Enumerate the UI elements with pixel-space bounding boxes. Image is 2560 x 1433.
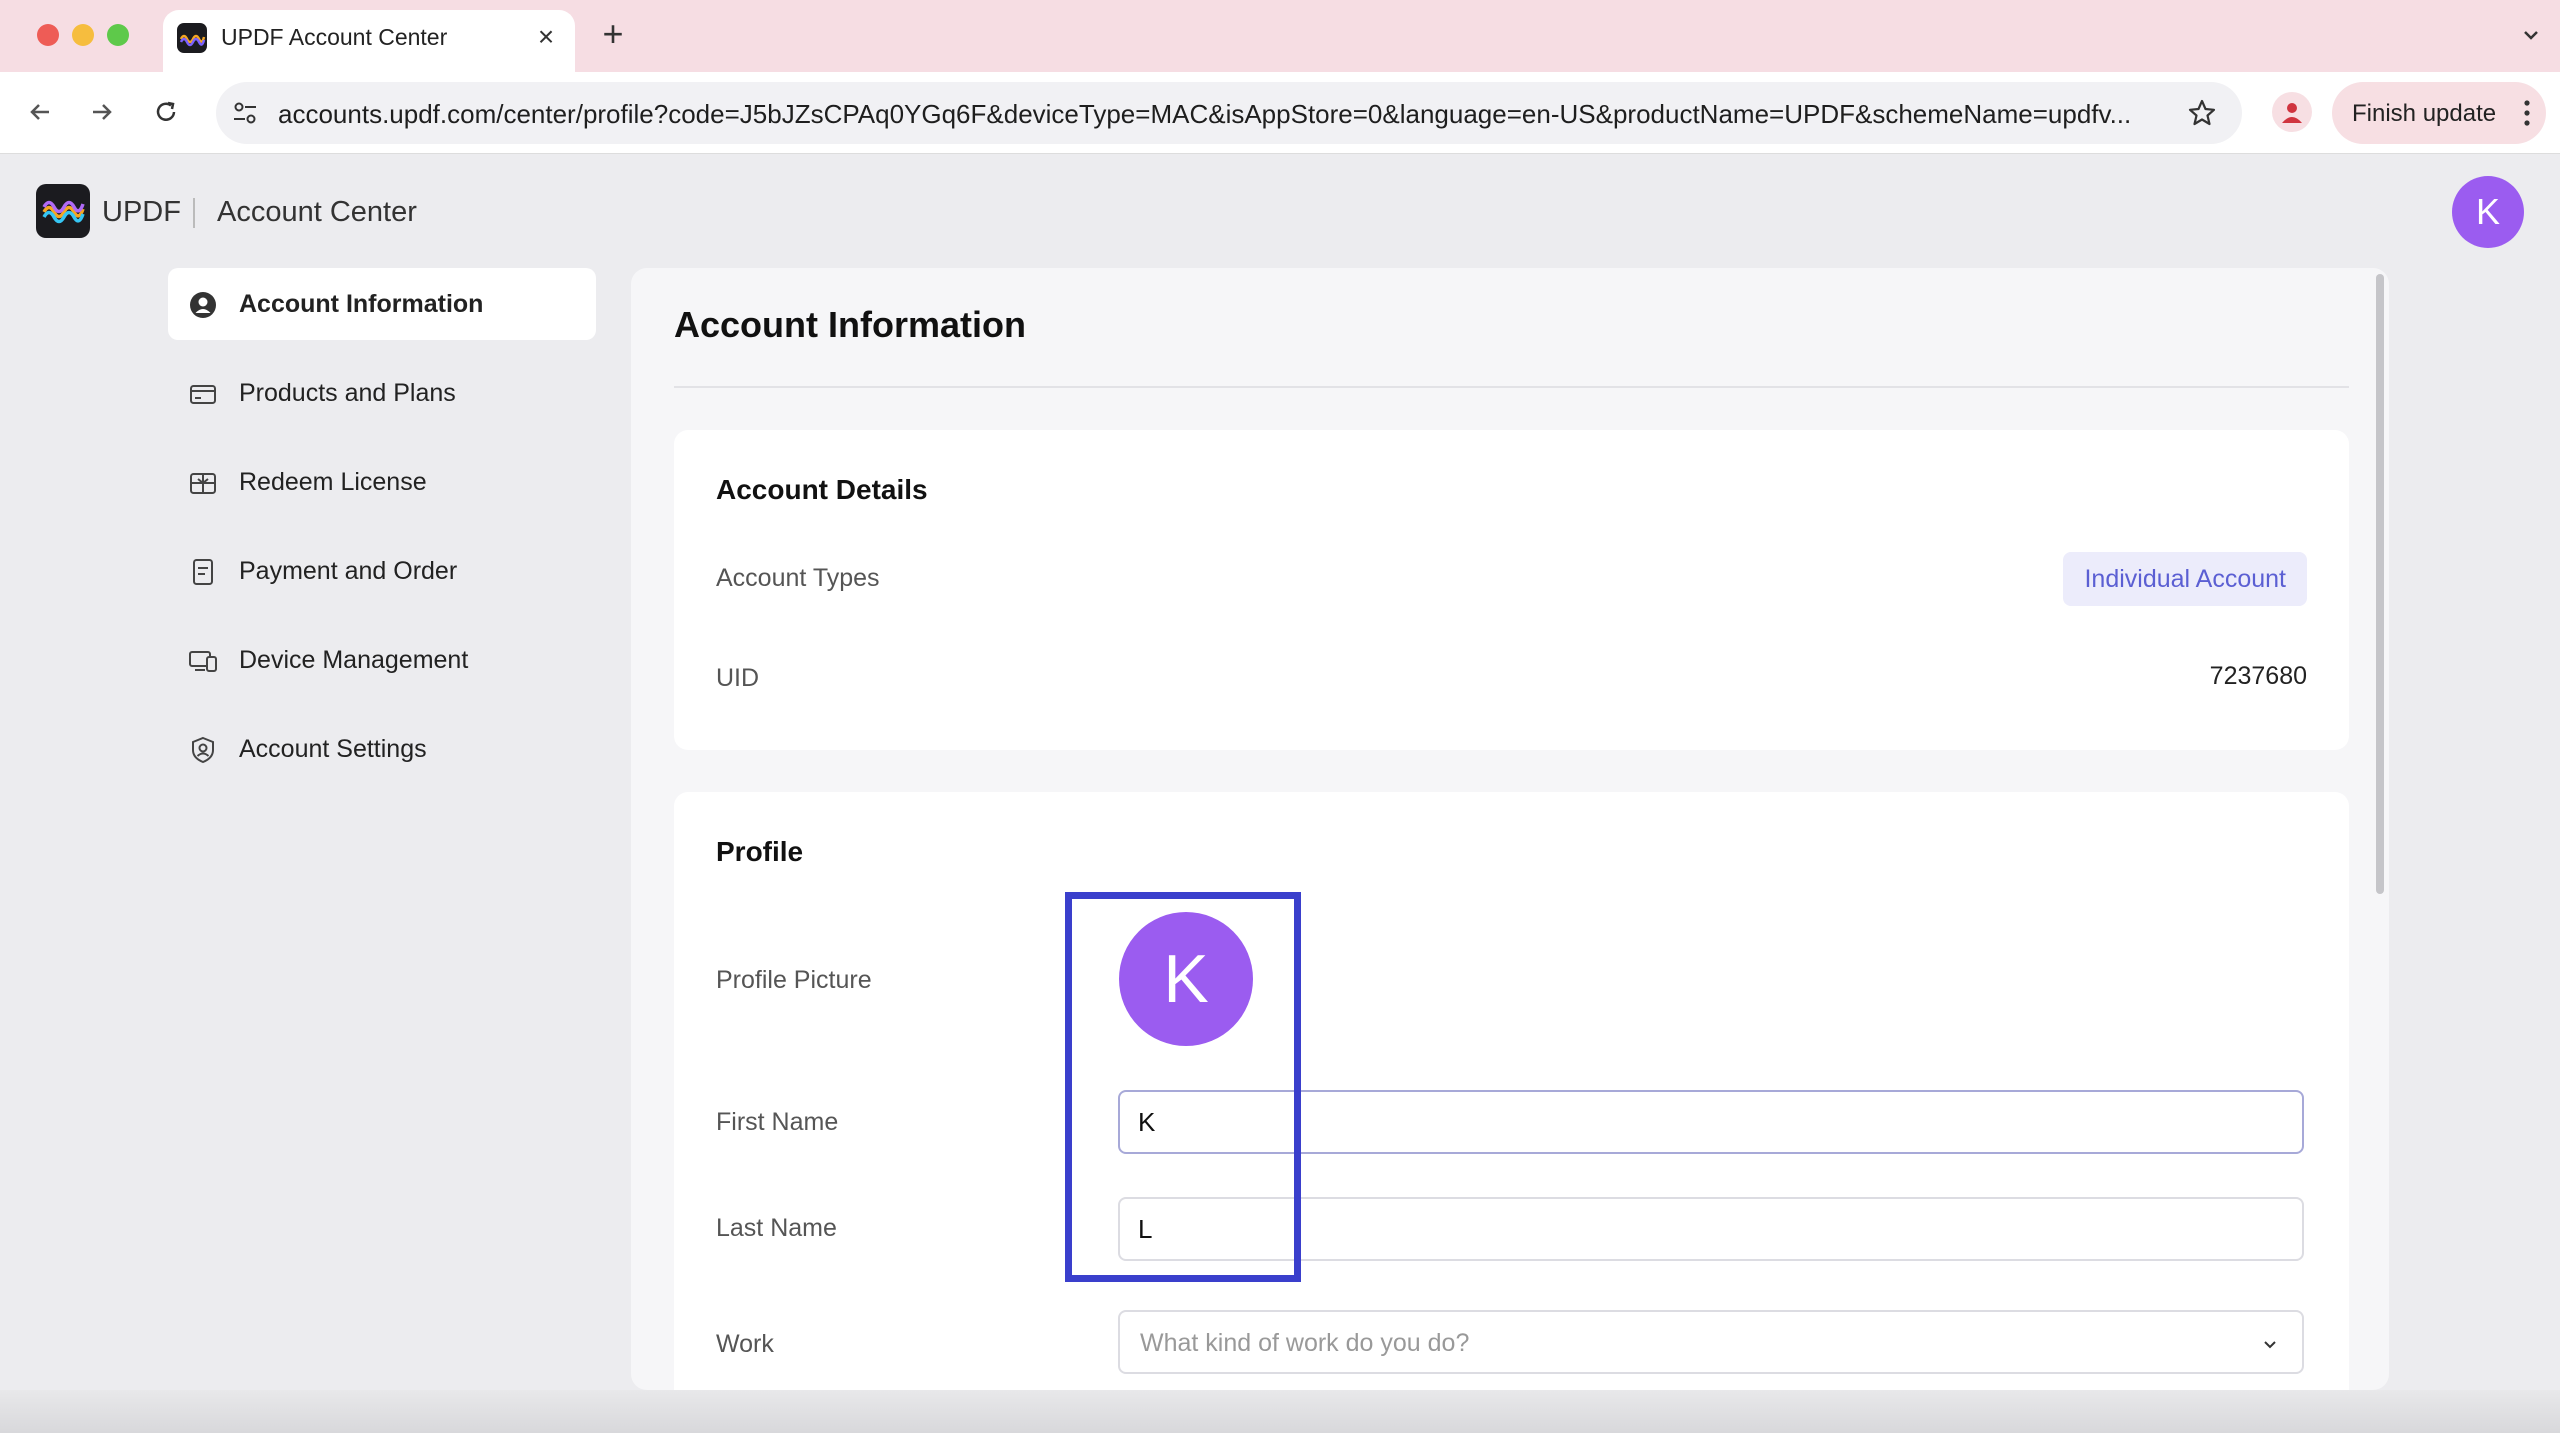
- sidebar-item-label: Products and Plans: [239, 379, 456, 407]
- forward-arrow-icon[interactable]: [82, 92, 122, 132]
- brand-name[interactable]: UPDF: [102, 196, 181, 229]
- tab-search-chevron-icon[interactable]: [2518, 22, 2544, 48]
- browser-toolbar: accounts.updf.com/center/profile?code=J5…: [0, 72, 2560, 154]
- gift-icon: [188, 468, 218, 498]
- finish-update-button[interactable]: Finish update: [2332, 82, 2546, 144]
- finish-update-label: Finish update: [2352, 100, 2497, 127]
- profile-picture-avatar[interactable]: K: [1119, 912, 1253, 1046]
- first-name-label: First Name: [716, 1108, 839, 1136]
- profile-picture-label: Profile Picture: [716, 966, 872, 994]
- sidebar-item-label: Device Management: [239, 646, 469, 674]
- back-arrow-icon[interactable]: [20, 92, 60, 132]
- profile-card: Profile Profile Picture K First Name Las…: [674, 792, 2349, 1390]
- user-circle-icon: [188, 290, 218, 320]
- zoom-window-button[interactable]: [107, 24, 129, 46]
- work-select-placeholder: What kind of work do you do?: [1140, 1329, 1470, 1357]
- sidebar-item-label: Payment and Order: [239, 557, 458, 585]
- window-bottom-edge: [0, 1390, 2560, 1433]
- brand-divider: [193, 198, 195, 228]
- user-settings-icon: [188, 735, 218, 765]
- main-panel: Account Information Account Details Acco…: [631, 268, 2389, 1390]
- close-tab-icon[interactable]: ×: [531, 22, 561, 52]
- browser-profile-icon[interactable]: [2272, 92, 2312, 132]
- last-name-input[interactable]: [1118, 1197, 2304, 1261]
- account-details-card: Account Details Account Types Individual…: [674, 430, 2349, 750]
- browser-tabstrip: UPDF Account Center × +: [0, 0, 2560, 72]
- page-title: Account Information: [674, 304, 1026, 345]
- more-menu-icon[interactable]: [2522, 99, 2532, 127]
- close-window-button[interactable]: [37, 24, 59, 46]
- uid-value: 7237680: [2209, 662, 2307, 690]
- url-text: accounts.updf.com/center/profile?code=J5…: [278, 99, 2132, 129]
- sidebar-item-products-and-plans[interactable]: Products and Plans: [168, 357, 596, 429]
- devices-icon: [188, 646, 218, 676]
- account-types-label: Account Types: [716, 564, 880, 592]
- sidebar-item-payment-and-order[interactable]: Payment and Order: [168, 535, 596, 607]
- reload-icon[interactable]: [146, 92, 186, 132]
- site-settings-icon[interactable]: [230, 98, 260, 128]
- sidebar-item-label: Redeem License: [239, 468, 427, 496]
- sidebar-item-label: Account Information: [239, 290, 484, 318]
- new-tab-button[interactable]: +: [596, 16, 630, 52]
- minimize-window-button[interactable]: [72, 24, 94, 46]
- browser-tab-active[interactable]: UPDF Account Center ×: [163, 10, 575, 72]
- sidebar-item-label: Account Settings: [239, 735, 427, 763]
- account-type-badge: Individual Account: [2063, 552, 2307, 606]
- address-bar[interactable]: accounts.updf.com/center/profile?code=J5…: [216, 82, 2242, 144]
- sidebar-item-account-settings[interactable]: Account Settings: [168, 713, 596, 785]
- work-select[interactable]: What kind of work do you do?: [1118, 1310, 2304, 1374]
- sidebar-item-device-management[interactable]: Device Management: [168, 624, 596, 696]
- sidebar-item-redeem-license[interactable]: Redeem License: [168, 446, 596, 518]
- chevron-down-icon: [2260, 1334, 2280, 1354]
- main-scrollbar[interactable]: [2376, 274, 2384, 894]
- last-name-label: Last Name: [716, 1214, 837, 1242]
- updf-logo-icon[interactable]: [36, 184, 90, 238]
- work-label: Work: [716, 1330, 774, 1358]
- bookmark-star-icon[interactable]: [2186, 97, 2218, 129]
- uid-label: UID: [716, 664, 760, 692]
- brand-subtitle: Account Center: [217, 196, 417, 228]
- sidebar-nav: Account Information Products and Plans R…: [168, 268, 596, 802]
- user-avatar[interactable]: K: [2452, 176, 2524, 248]
- receipt-icon: [188, 557, 218, 587]
- tab-title: UPDF Account Center: [221, 24, 448, 50]
- title-divider: [674, 386, 2349, 388]
- updf-favicon-icon: [177, 23, 207, 53]
- profile-title: Profile: [716, 836, 804, 867]
- card-icon: [188, 379, 218, 409]
- account-details-title: Account Details: [716, 474, 928, 505]
- sidebar-item-account-information[interactable]: Account Information: [168, 268, 596, 340]
- first-name-input[interactable]: [1118, 1090, 2304, 1154]
